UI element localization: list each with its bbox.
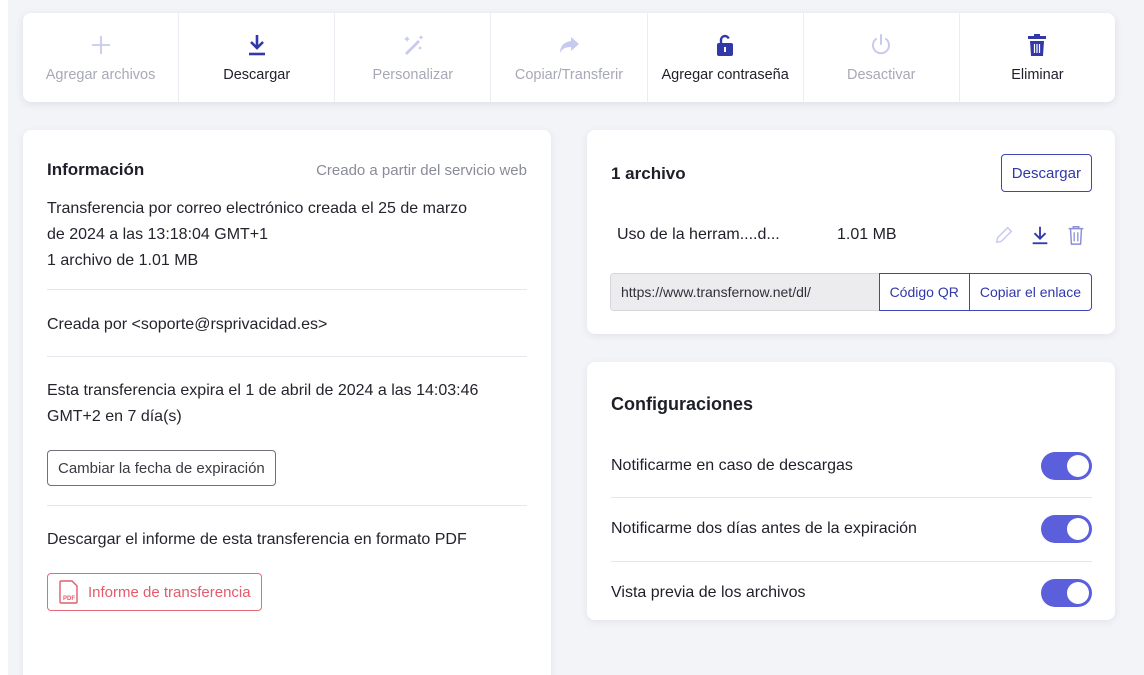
- change-expiry-button[interactable]: Cambiar la fecha de expiración: [47, 450, 276, 486]
- report-description-text: Descargar el informe de esta transferenc…: [47, 531, 467, 548]
- files-title: 1 archivo: [611, 164, 686, 183]
- expiry-text: Esta transferencia expira el 1 de abril …: [47, 382, 479, 425]
- created-by-text: Creada por <soporte@rsprivacidad.es>: [47, 316, 328, 333]
- file-trash-icon[interactable]: [1065, 224, 1087, 246]
- files-card: 1 archivo Descargar Uso de la herram....…: [587, 130, 1115, 334]
- power-icon: [872, 33, 891, 54]
- action-toolbar: Agregar archivos Descargar Personalizar …: [23, 13, 1115, 102]
- transfer-report-label: Informe de transferencia: [88, 583, 251, 601]
- settings-title: Configuraciones: [611, 394, 754, 414]
- add-password-button[interactable]: Agregar contraseña: [648, 13, 804, 102]
- copy-transfer-label: Copiar/Transferir: [514, 66, 624, 83]
- share-link-row: https://www.transfernow.net/dl/ Código Q…: [610, 273, 1092, 311]
- download-icon: [248, 34, 265, 55]
- divider: [47, 505, 527, 506]
- toggle-knob: [1067, 518, 1089, 540]
- customize-button[interactable]: Personalizar: [335, 13, 492, 102]
- setting-expiry-notify: Notificarme dos días antes de la expirac…: [611, 497, 1092, 561]
- setting-file-preview: Vista previa de los archivos: [611, 561, 1092, 625]
- left-edge-strip: [0, 0, 8, 675]
- information-title: Información: [47, 160, 145, 179]
- divider: [47, 289, 527, 290]
- download-button[interactable]: Descargar: [179, 13, 336, 102]
- file-row: Uso de la herram....d... 1.01 MB: [617, 222, 1087, 248]
- add-files-button[interactable]: Agregar archivos: [23, 13, 180, 102]
- information-card: Información Creado a partir del servicio…: [23, 130, 551, 675]
- copy-transfer-button[interactable]: Copiar/Transferir: [491, 13, 648, 102]
- delete-button[interactable]: Eliminar: [960, 13, 1115, 102]
- transfer-created-text: Transferencia por correo electrónico cre…: [47, 200, 468, 243]
- pdf-file-icon: PDF: [59, 580, 78, 604]
- setting-label: Notificarme en caso de descargas: [611, 457, 853, 474]
- toggle-knob: [1067, 582, 1089, 604]
- forward-arrow-icon: [559, 36, 579, 53]
- file-preview-toggle[interactable]: [1041, 579, 1092, 607]
- download-label: Descargar: [223, 66, 291, 83]
- download-all-button[interactable]: Descargar: [1000, 154, 1092, 192]
- expiry-notify-toggle[interactable]: [1041, 515, 1092, 543]
- toggle-knob: [1067, 455, 1089, 477]
- setting-label: Notificarme dos días antes de la expirac…: [611, 520, 917, 537]
- delete-label: Eliminar: [1011, 66, 1064, 83]
- setting-download-notify: Notificarme en caso de descargas: [611, 434, 1092, 498]
- file-name: Uso de la herram....d...: [617, 226, 780, 243]
- settings-card: Configuraciones Notificarme en caso de d…: [587, 362, 1115, 620]
- setting-label: Vista previa de los archivos: [611, 584, 806, 601]
- qr-code-button[interactable]: Código QR: [878, 273, 969, 311]
- trash-icon: [1028, 33, 1047, 56]
- plus-icon: [91, 35, 110, 54]
- transfer-report-button[interactable]: PDF Informe de transferencia: [47, 573, 262, 611]
- file-count-text: 1 archivo de 1.01 MB: [47, 252, 199, 269]
- divider: [47, 356, 527, 357]
- copy-link-button[interactable]: Copiar el enlace: [968, 273, 1092, 311]
- file-download-icon[interactable]: [1029, 224, 1051, 246]
- created-source-text: Creado a partir del servicio web: [316, 161, 527, 179]
- deactivate-label: Desactivar: [847, 66, 916, 83]
- file-size: 1.01 MB: [837, 226, 897, 243]
- add-password-label: Agregar contraseña: [661, 66, 789, 83]
- deactivate-button[interactable]: Desactivar: [804, 13, 960, 102]
- magic-wand-icon: [403, 34, 424, 55]
- customize-label: Personalizar: [372, 66, 454, 83]
- share-link-field[interactable]: https://www.transfernow.net/dl/: [610, 273, 879, 311]
- pencil-icon[interactable]: [993, 224, 1015, 246]
- add-files-label: Agregar archivos: [45, 66, 156, 83]
- download-notify-toggle[interactable]: [1041, 452, 1092, 480]
- pdf-icon-label: PDF: [63, 596, 75, 602]
- unlocked-padlock-icon: [717, 34, 734, 56]
